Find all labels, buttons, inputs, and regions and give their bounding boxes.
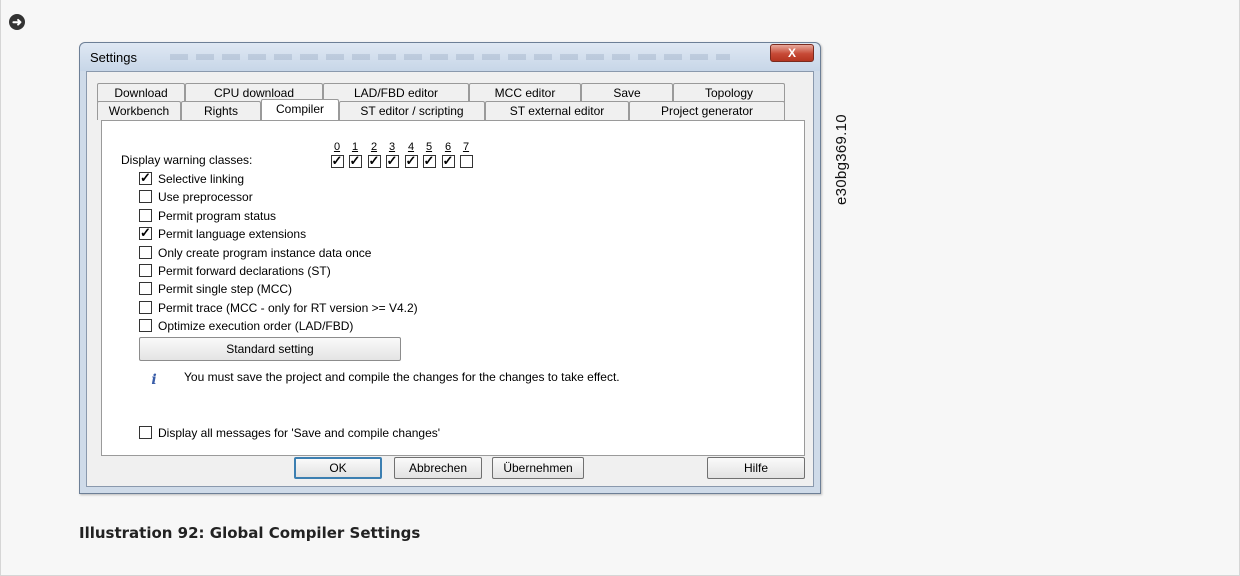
compiler-option[interactable]: Permit program status [139, 208, 276, 223]
warning-class-1: 1 [348, 141, 362, 171]
info-icon: i [151, 372, 157, 388]
warning-class-checkbox[interactable] [404, 153, 418, 169]
figure-code: e30bg369.10 [833, 114, 850, 205]
close-button[interactable]: X [770, 44, 814, 62]
option-checkbox[interactable] [139, 319, 152, 332]
tab-download[interactable]: Download [97, 83, 185, 102]
display-all-messages-option[interactable]: Display all messages for 'Save and compi… [139, 425, 440, 440]
warning-class-checkbox[interactable] [367, 153, 381, 169]
warning-class-number: 0 [333, 141, 341, 153]
tab-lad-fbd-editor[interactable]: LAD/FBD editor [323, 83, 469, 102]
tab-st-editor-scripting[interactable]: ST editor / scripting [339, 101, 485, 120]
warning-class-checkbox[interactable] [441, 153, 455, 169]
warning-class-number: 5 [425, 141, 433, 153]
option-checkbox[interactable] [139, 190, 152, 203]
figure-caption: Illustration 92: Global Compiler Setting… [79, 524, 421, 542]
warning-class-number: 7 [462, 141, 470, 153]
help-button[interactable]: Hilfe [707, 457, 805, 479]
option-checkbox[interactable] [139, 246, 152, 259]
info-message: You must save the project and compile th… [184, 370, 620, 384]
display-all-messages-checkbox[interactable] [139, 426, 152, 439]
tab-row-2: Workbench Rights Compiler ST editor / sc… [97, 99, 785, 120]
option-label: Permit program status [158, 208, 277, 223]
warning-class-6: 6 [441, 141, 455, 171]
tab-workbench[interactable]: Workbench [97, 101, 181, 120]
warning-class-number: 3 [388, 141, 396, 153]
dialog-title: Settings [90, 50, 137, 65]
title-bar: Settings X [80, 43, 820, 71]
tab-st-external-editor[interactable]: ST external editor [485, 101, 629, 120]
warning-class-3: 3 [385, 141, 399, 171]
document-frame: ➜ Settings X Download CPU download LAD/F… [0, 0, 1240, 576]
option-label: Only create program instance data once [158, 245, 372, 260]
tab-topology[interactable]: Topology [673, 83, 785, 102]
display-all-messages-label: Display all messages for 'Save and compi… [158, 425, 441, 440]
compiler-option[interactable]: Optimize execution order (LAD/FBD) [139, 318, 353, 333]
compiler-option[interactable]: Permit language extensions [139, 225, 307, 241]
warning-classes-label: Display warning classes: [121, 153, 253, 167]
warning-class-5: 5 [422, 141, 436, 171]
option-label: Optimize execution order (LAD/FBD) [158, 318, 354, 333]
compiler-option[interactable]: Permit forward declarations (ST) [139, 263, 331, 278]
title-bar-ghost-text [170, 54, 730, 60]
standard-setting-button[interactable]: Standard setting [139, 337, 401, 361]
tab-project-generator[interactable]: Project generator [629, 101, 785, 120]
option-label: Use preprocessor [158, 189, 253, 204]
compiler-option[interactable]: Selective linking [139, 170, 245, 186]
tab-save[interactable]: Save [581, 83, 673, 102]
cancel-button[interactable]: Abbrechen [394, 457, 482, 479]
tab-rights[interactable]: Rights [181, 101, 261, 120]
warning-class-checkbox[interactable] [330, 153, 344, 169]
tab-mcc-editor[interactable]: MCC editor [469, 83, 581, 102]
compiler-option[interactable]: Permit single step (MCC) [139, 281, 292, 296]
option-checkbox[interactable] [139, 301, 152, 314]
option-checkbox[interactable] [139, 282, 152, 295]
option-checkbox[interactable] [139, 209, 152, 222]
option-checkbox[interactable] [139, 170, 152, 186]
apply-button[interactable]: Übernehmen [492, 457, 584, 479]
option-label: Permit trace (MCC - only for RT version … [158, 300, 418, 315]
option-label: Permit language extensions [158, 226, 307, 241]
compiler-option[interactable]: Only create program instance data once [139, 245, 371, 260]
option-label: Permit forward declarations (ST) [158, 263, 331, 278]
warning-class-number: 1 [351, 141, 359, 153]
warning-class-checkbox[interactable] [422, 153, 436, 169]
warning-class-2: 2 [367, 141, 381, 171]
warning-class-number: 2 [370, 141, 378, 153]
warning-class-checkbox[interactable] [385, 153, 399, 169]
option-label: Selective linking [158, 171, 245, 186]
option-checkbox[interactable] [139, 225, 152, 241]
tab-compiler[interactable]: Compiler [261, 99, 339, 120]
compiler-option[interactable]: Permit trace (MCC - only for RT version … [139, 300, 418, 315]
warning-class-number: 6 [444, 141, 452, 153]
option-label: Permit single step (MCC) [158, 281, 293, 296]
option-checkbox[interactable] [139, 264, 152, 277]
warning-class-checkbox[interactable] [459, 155, 473, 169]
warning-class-checkbox[interactable] [348, 153, 362, 169]
ok-button[interactable]: OK [294, 457, 382, 479]
warning-class-7: 7 [459, 141, 473, 171]
tab-row-1: Download CPU download LAD/FBD editor MCC… [97, 83, 785, 102]
warning-class-number: 4 [407, 141, 415, 153]
warning-class-4: 4 [404, 141, 418, 171]
compiler-option[interactable]: Use preprocessor [139, 189, 253, 204]
arrow-right-icon: ➜ [9, 14, 25, 30]
warning-class-0: 0 [330, 141, 344, 171]
